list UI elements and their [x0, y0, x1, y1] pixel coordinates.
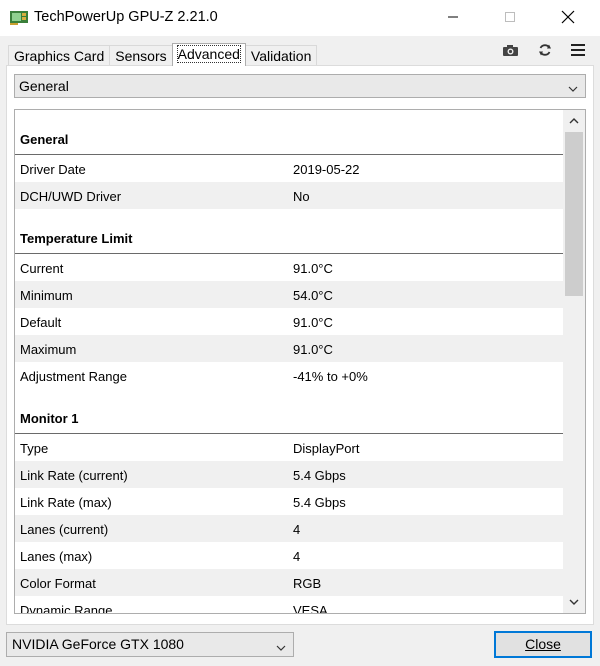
property-row[interactable]: Adjustment Range -41% to +0%	[15, 362, 563, 389]
maximize-button[interactable]	[487, 0, 533, 34]
property-value: -41% to +0%	[293, 369, 368, 384]
property-value: 4	[293, 549, 301, 564]
property-row[interactable]: Lanes (current) 4	[15, 515, 563, 542]
scrollbar-thumb[interactable]	[565, 132, 583, 296]
close-button[interactable]: Close	[494, 631, 592, 658]
title-bar: TechPowerUp GPU-Z 2.21.0	[0, 0, 600, 36]
property-value: 54.0°C	[293, 288, 333, 303]
vertical-scrollbar[interactable]	[563, 110, 585, 613]
gpu-dropdown[interactable]: NVIDIA GeForce GTX 1080	[6, 632, 294, 657]
property-name: Type	[20, 441, 49, 456]
property-name: Default	[20, 315, 62, 330]
property-name: DCH/UWD Driver	[20, 189, 122, 204]
property-name: Lanes (max)	[20, 549, 93, 564]
property-row[interactable]: Link Rate (current) 5.4 Gbps	[15, 461, 563, 488]
property-name: Lanes (current)	[20, 522, 109, 537]
property-value: DisplayPort	[293, 441, 360, 456]
property-row[interactable]: Maximum 91.0°C	[15, 335, 563, 362]
property-row[interactable]: Color Format RGB	[15, 569, 563, 596]
property-row[interactable]: Current 91.0°C	[15, 254, 563, 281]
property-name: Adjustment Range	[20, 369, 127, 384]
property-value: 4	[293, 522, 301, 537]
advanced-panel: General General Driver Date 2019-05-22 DCH/…	[6, 65, 594, 625]
property-row[interactable]: Dynamic Range VESA	[15, 596, 563, 614]
property-row[interactable]: DCH/UWD Driver No	[15, 182, 563, 209]
tab-graphics-card[interactable]: Graphics Card	[8, 45, 111, 66]
close-window-button[interactable]	[545, 0, 591, 34]
property-value: 5.4 Gbps	[293, 495, 346, 510]
property-name: Driver Date	[20, 162, 86, 177]
section-title: Temperature Limit	[20, 231, 133, 246]
property-value: No	[293, 189, 310, 204]
property-name: Maximum	[20, 342, 77, 357]
close-button-label: Close	[525, 636, 561, 652]
property-row[interactable]: Lanes (max) 4	[15, 542, 563, 569]
tab-strip: Graphics Card Sensors Advanced Validatio…	[8, 43, 318, 66]
property-name: Link Rate (current)	[20, 468, 128, 483]
properties-list[interactable]: General Driver Date 2019-05-22 DCH/UWD Driv…	[14, 109, 586, 614]
hamburger-menu-icon[interactable]	[568, 42, 588, 58]
property-name: Dynamic Range	[20, 603, 113, 614]
property-value: 2019-05-22	[293, 162, 360, 177]
property-row[interactable]: Link Rate (max) 5.4 Gbps	[15, 488, 563, 515]
tab-validation[interactable]: Validation	[244, 45, 318, 66]
section-header: Temperature Limit	[15, 209, 563, 254]
property-value: 91.0°C	[293, 342, 333, 357]
property-value: VESA	[293, 603, 328, 614]
properties-rows: General Driver Date 2019-05-22 DCH/UWD Driv…	[15, 110, 563, 614]
tab-sensors[interactable]: Sensors	[109, 45, 173, 66]
category-dropdown[interactable]: General	[14, 74, 586, 98]
property-row[interactable]: Type DisplayPort	[15, 434, 563, 461]
property-value: 91.0°C	[293, 315, 333, 330]
section-header: General	[15, 110, 563, 155]
gpu-dropdown-value: NVIDIA GeForce GTX 1080	[12, 636, 184, 652]
property-name: Minimum	[20, 288, 73, 303]
window-title: TechPowerUp GPU-Z 2.21.0	[34, 9, 218, 25]
property-value: 91.0°C	[293, 261, 333, 276]
minimize-button[interactable]	[430, 0, 476, 34]
property-row[interactable]: Default 91.0°C	[15, 308, 563, 335]
chevron-down-icon	[567, 79, 579, 101]
section-header: Monitor 1	[15, 389, 563, 434]
scroll-down-arrow-icon[interactable]	[563, 591, 585, 613]
camera-icon[interactable]	[500, 42, 520, 58]
chevron-down-icon	[275, 638, 287, 661]
tab-advanced[interactable]: Advanced	[171, 43, 246, 66]
property-name: Color Format	[20, 576, 96, 591]
property-value: RGB	[293, 576, 322, 591]
category-dropdown-value: General	[19, 78, 69, 94]
property-value: 5.4 Gbps	[293, 468, 346, 483]
property-row[interactable]: Driver Date 2019-05-22	[15, 155, 563, 182]
gpu-card-icon	[10, 9, 28, 25]
property-name: Link Rate (max)	[20, 495, 112, 510]
section-title: General	[20, 132, 69, 147]
section-title: Monitor 1	[20, 411, 79, 426]
refresh-icon[interactable]	[535, 42, 555, 58]
scroll-up-arrow-icon[interactable]	[563, 110, 585, 132]
property-row[interactable]: Minimum 54.0°C	[15, 281, 563, 308]
property-name: Current	[20, 261, 64, 276]
